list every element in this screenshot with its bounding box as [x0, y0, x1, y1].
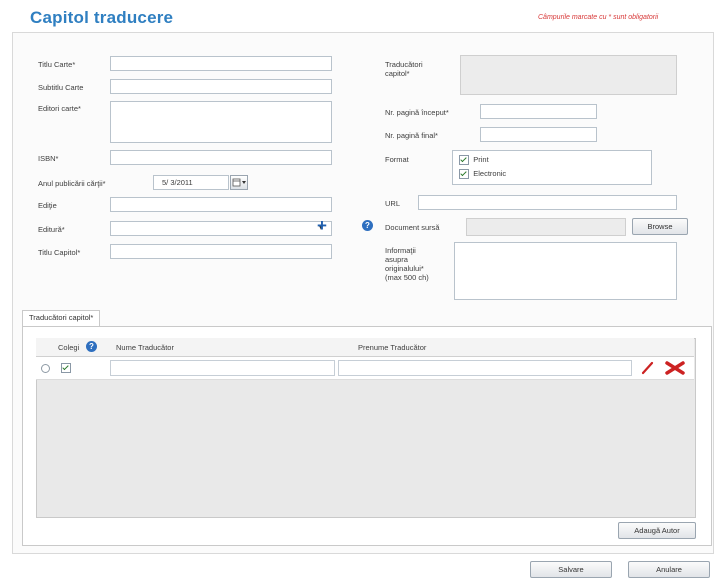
document-sursa-field [466, 218, 626, 236]
calendar-button[interactable] [230, 175, 248, 190]
isbn-input[interactable] [110, 150, 332, 165]
titlu-carte-label: Titlu Carte* [38, 60, 76, 69]
browse-button[interactable]: Browse [632, 218, 688, 235]
cancel-button[interactable]: Anulare [628, 561, 710, 578]
format-checkbox-list: Print Electronic [452, 150, 652, 185]
info-icon[interactable]: ? [86, 341, 97, 352]
row-select-radio[interactable] [41, 364, 50, 373]
traducatori-capitol-field [460, 55, 677, 95]
column-header-prenume: Prenume Traducător [358, 343, 427, 352]
edit-icon[interactable] [640, 361, 654, 375]
subtitlu-carte-input[interactable] [110, 79, 332, 94]
editie-input[interactable] [110, 197, 332, 212]
checkbox-icon[interactable] [61, 363, 71, 373]
tab-traducatori-capitol[interactable]: Traducători capitol* [22, 310, 101, 327]
save-button[interactable]: Salvare [530, 561, 612, 578]
nr-pagina-final-label: Nr. pagină final* [385, 131, 438, 140]
grid-header: Colegi ? Nume Traducător Prenume Traducă… [36, 338, 694, 357]
informatii-original-label: Informaţii asupra originalului* (max 500… [385, 246, 429, 282]
format-option-label: Electronic [473, 169, 507, 179]
required-fields-note: Câmpurile marcate cu * sunt obligatorii [538, 14, 659, 21]
anul-publicarii-date-input[interactable]: 5/ 3/2011 [153, 175, 229, 190]
url-input[interactable] [418, 195, 677, 210]
info-icon[interactable]: ? [362, 220, 373, 231]
checkbox-icon[interactable] [459, 169, 469, 179]
calendar-icon [232, 178, 246, 187]
add-author-button[interactable]: Adaugă Autor [618, 522, 696, 539]
anul-publicarii-value: 5/ 3/2011 [162, 178, 193, 187]
editura-select[interactable]: ▾ [110, 221, 332, 236]
traducatori-capitol-label: Traducători capitol* [385, 60, 423, 78]
column-header-colegi: Colegi [58, 343, 80, 352]
nr-pagina-inceput-label: Nr. pagină început* [385, 108, 449, 117]
editura-label: Editură* [38, 225, 65, 234]
page-title: Capitol traducere [30, 8, 174, 27]
delete-icon[interactable] [664, 360, 686, 376]
titlu-capitol-input[interactable] [110, 244, 332, 259]
isbn-label: ISBN* [38, 154, 59, 163]
column-header-nume: Nume Traducător [116, 343, 174, 352]
anul-publicarii-label: Anul publicării cărţii* [38, 179, 106, 188]
checkbox-icon[interactable] [459, 155, 469, 165]
nr-pagina-final-input[interactable] [480, 127, 597, 142]
nume-traducator-input[interactable] [110, 360, 335, 376]
editori-carte-textarea[interactable] [110, 101, 332, 143]
url-label: URL [385, 199, 401, 208]
editie-label: Ediţie [38, 201, 57, 210]
editori-carte-label: Editori carte* [38, 104, 81, 113]
informatii-original-textarea[interactable] [454, 242, 677, 300]
titlu-carte-input[interactable] [110, 56, 332, 71]
format-option-print[interactable]: Print [459, 155, 489, 165]
subtitlu-carte-label: Subtitlu Carte [38, 83, 84, 92]
format-option-label: Print [473, 155, 489, 165]
plus-icon[interactable]: + [317, 217, 327, 234]
table-row[interactable] [36, 357, 694, 380]
nr-pagina-inceput-input[interactable] [480, 104, 597, 119]
format-option-electronic[interactable]: Electronic [459, 169, 506, 179]
document-sursa-label: Document sursă [385, 223, 440, 232]
format-label: Format [385, 155, 409, 164]
titlu-capitol-label: Titlu Capitol* [38, 248, 81, 257]
prenume-traducator-input[interactable] [338, 360, 632, 376]
